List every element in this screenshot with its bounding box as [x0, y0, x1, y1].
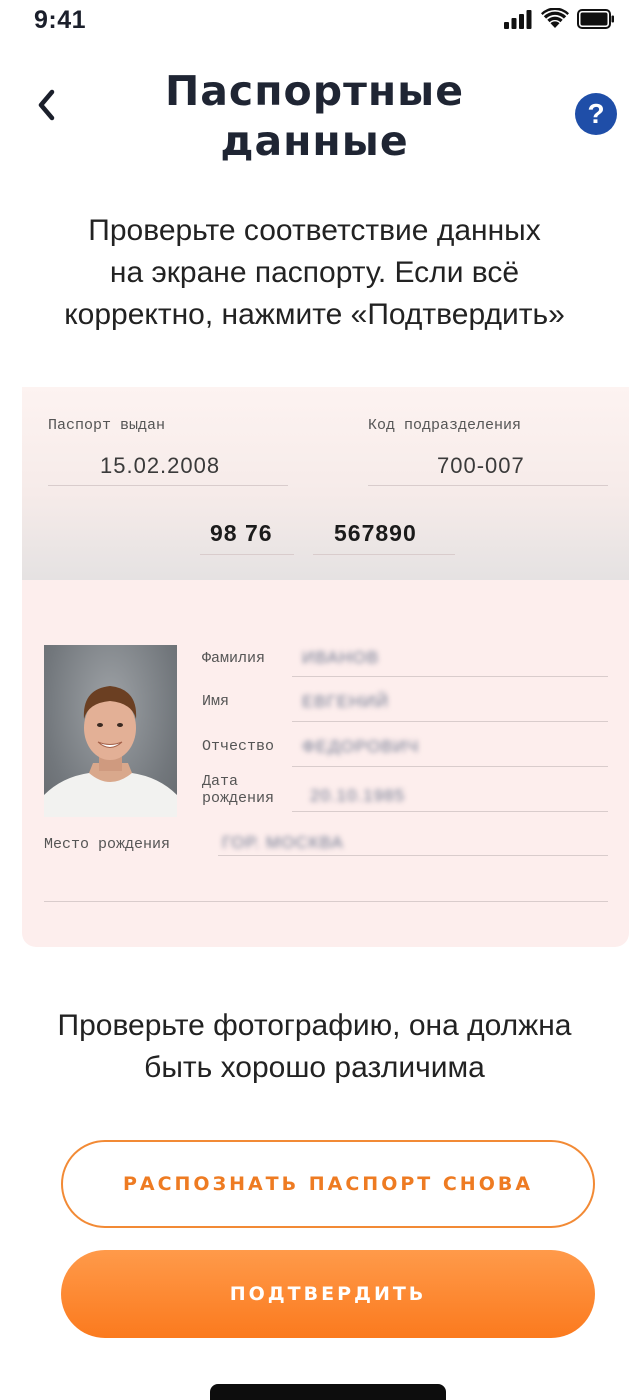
page-title: Паспортные данные	[140, 66, 489, 166]
question-mark-icon: ?	[587, 98, 605, 129]
name-underline	[292, 721, 608, 722]
issued-value: 15.02.2008	[100, 453, 221, 478]
number-underline	[313, 554, 455, 555]
instruction-line1: Проверьте соответствие данных	[88, 214, 541, 247]
division-label: Код подразделения	[368, 417, 522, 434]
birthplace-value: ГОР. МОСКВА	[222, 833, 344, 852]
series-underline	[200, 554, 294, 555]
patronymic-underline	[292, 766, 608, 767]
confirm-button-label: ПОДТВЕРДИТЬ	[229, 1283, 427, 1305]
photo-hint-text: Проверьте фотографию, она должна быть хо…	[14, 1005, 615, 1089]
division-underline	[368, 485, 608, 486]
passport-series: 98 76	[210, 520, 273, 546]
photo-hint-line1: Проверьте фотографию, она должна	[57, 1009, 572, 1042]
rescan-button-label: РАСПОЗНАТЬ ПАСПОРТ СНОВА	[122, 1173, 534, 1195]
patronymic-label: Отчество	[202, 738, 275, 755]
passport-photo	[44, 645, 177, 817]
patronymic-value: ФЕДОРОВИЧ	[302, 737, 420, 756]
name-label: Имя	[202, 693, 230, 710]
back-button[interactable]	[24, 80, 68, 130]
birthplace-underline-2	[44, 901, 608, 902]
surname-label: Фамилия	[202, 650, 266, 667]
name-value: ЕВГЕНИЙ	[302, 692, 389, 711]
battery-icon	[577, 8, 614, 29]
status-icons	[503, 8, 615, 29]
birthdate-label-line2: рождения	[202, 790, 275, 807]
birthdate-label-line1: Дата	[202, 773, 239, 790]
instruction-line2: на экране паспорту. Если всё	[109, 256, 520, 289]
instruction-text: Проверьте соответствие данных на экране …	[14, 210, 615, 336]
photo-hint-line2: быть хорошо различима	[144, 1051, 485, 1084]
page-title-line1: Паспортные	[164, 67, 465, 115]
status-bar: 9:41	[0, 0, 629, 44]
passport-card: Паспорт выдан 15.02.2008 Код подразделен…	[22, 387, 629, 947]
issued-underline	[48, 485, 288, 486]
surname-underline	[292, 676, 608, 677]
birthdate-value: 20.10.1985	[310, 786, 406, 805]
surname-value: ИВАНОВ	[302, 648, 380, 667]
birthdate-underline	[292, 811, 608, 812]
birthplace-label: Место рождения	[44, 836, 171, 853]
issued-label: Паспорт выдан	[48, 417, 166, 434]
passport-top-page	[22, 387, 629, 580]
rescan-passport-button[interactable]: РАСПОЗНАТЬ ПАСПОРТ СНОВА	[61, 1140, 595, 1228]
status-time: 9:41	[34, 6, 87, 34]
wifi-icon	[541, 8, 569, 28]
division-value: 700-007	[437, 453, 525, 478]
home-indicator	[210, 1384, 446, 1400]
chevron-left-icon	[38, 89, 55, 121]
passport-number: 567890	[334, 520, 417, 546]
page-title-line2: данные	[220, 117, 409, 165]
birthdate-label: Дата рождения	[202, 773, 274, 807]
confirm-button[interactable]: ПОДТВЕРДИТЬ	[61, 1250, 595, 1338]
instruction-line3: корректно, нажмите «Подтвердить»	[64, 298, 565, 331]
person-portrait-icon	[44, 686, 177, 817]
help-button[interactable]: ?	[575, 93, 617, 135]
birthplace-underline	[218, 855, 608, 856]
signal-bars-icon	[504, 9, 532, 29]
